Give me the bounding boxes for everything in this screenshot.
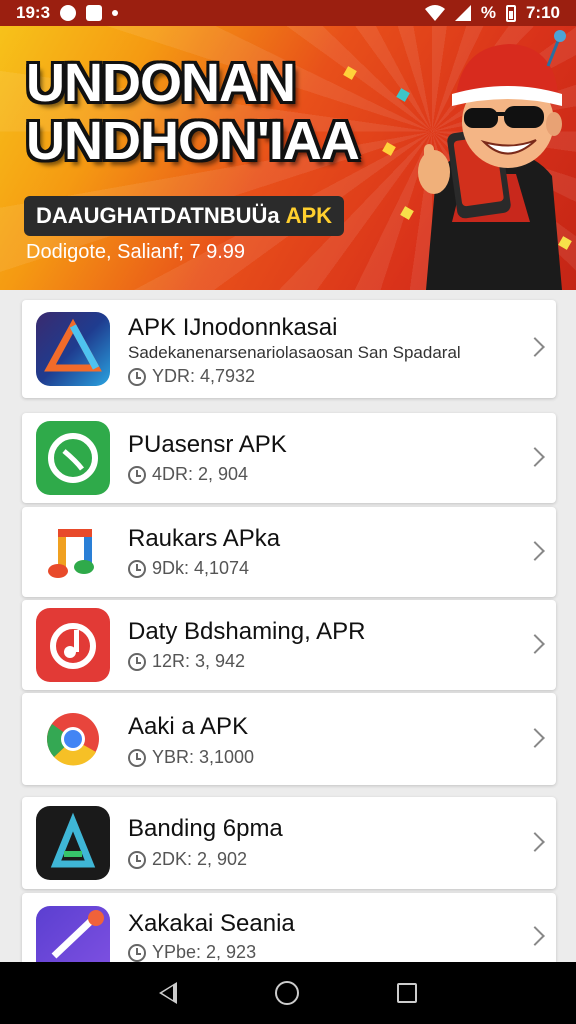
app-name: APK IJnodonnkasai xyxy=(128,314,338,341)
app-name: Raukars APka xyxy=(128,525,281,552)
list-item[interactable]: Xakakai Seania YPbe: 2, 923 xyxy=(22,893,556,962)
status-time-right: 7:10 xyxy=(525,3,560,22)
app-meta: YPbe: 2, 923 xyxy=(128,943,256,962)
banner-title: UNDONAN UNDHON'IAA xyxy=(26,54,426,170)
list-item[interactable]: Daty Bdshaming, APR 12R: 3, 942 xyxy=(22,600,556,690)
banner-pill: DAAUGHATDATNBUÜa APK xyxy=(24,196,345,236)
list-item[interactable]: PUasensr APK 4DR: 2, 904 xyxy=(22,413,556,503)
image-notification-icon xyxy=(86,5,103,21)
chevron-right-icon xyxy=(525,634,545,654)
wifi-icon xyxy=(424,5,445,21)
app-meta-text: 12R: 3, 942 xyxy=(152,651,246,671)
chevron-right-icon xyxy=(525,447,545,467)
app-meta-text: 2DK: 2, 902 xyxy=(152,849,248,869)
promo-banner[interactable]: UNDONAN UNDHON'IAA DAAUGHATDATNBUÜa APK … xyxy=(0,26,576,290)
clock-icon xyxy=(128,748,146,767)
art-app-icon xyxy=(36,806,110,880)
list-item[interactable]: APK IJnodonnkasai Sadekanenarsenariolasa… xyxy=(22,300,556,398)
banner-title-line1: UNDONAN xyxy=(26,53,296,113)
app-name: Xakakai Seania xyxy=(128,910,295,937)
battery-icon xyxy=(505,4,516,22)
clock-icon xyxy=(128,943,146,962)
chat-app-icon xyxy=(36,421,110,495)
app-name: PUasensr APK xyxy=(128,431,287,458)
app-meta: 2DK: 2, 902 xyxy=(128,849,247,870)
app-meta: 4DR: 2, 904 xyxy=(128,464,248,485)
banner-pill-text: DAAUGHATDATNBUÜa xyxy=(36,203,280,228)
chevron-right-icon xyxy=(525,337,545,357)
app-meta-text: 9Dk: 4,1074 xyxy=(152,558,250,578)
app-meta: 12R: 3, 942 xyxy=(128,651,245,672)
chevron-right-icon xyxy=(525,728,545,748)
status-time-left: 19:3 xyxy=(16,3,51,22)
clock-icon xyxy=(128,652,146,671)
back-icon[interactable] xyxy=(159,982,177,1004)
list-item[interactable]: Aaki a APK YBR: 3,1000 xyxy=(22,693,556,785)
app-description: Sadekanenarsenariolasaosan San Spadaral xyxy=(128,343,461,362)
triangle-app-icon xyxy=(36,312,110,386)
clock-icon xyxy=(128,367,146,386)
app-meta: 9Dk: 4,1074 xyxy=(128,558,249,579)
dot-icon xyxy=(112,10,119,16)
banner-title-line2: UNDHON'IAA xyxy=(26,111,360,171)
app-name: Aaki a APK xyxy=(128,713,249,740)
app-meta-text: YDR: 4,7932 xyxy=(152,366,256,386)
clock-icon xyxy=(128,850,146,869)
app-meta: YBR: 3,1000 xyxy=(128,747,254,768)
battery-percent: % xyxy=(480,3,496,22)
chevron-right-icon xyxy=(525,541,545,561)
home-icon[interactable] xyxy=(275,981,299,1005)
recents-icon[interactable] xyxy=(397,983,417,1003)
music-note-icon xyxy=(36,515,110,589)
app-meta-text: YPbe: 2, 923 xyxy=(152,943,257,962)
app-meta-text: YBR: 3,1000 xyxy=(152,747,255,767)
app-notification-icon xyxy=(60,5,77,21)
list-item[interactable]: Raukars APka 9Dk: 4,1074 xyxy=(22,507,556,597)
navigation-bar xyxy=(0,962,576,1024)
clock-icon xyxy=(128,465,146,484)
list-item[interactable]: Banding 6pma 2DK: 2, 902 xyxy=(22,797,556,889)
banner-subtitle: Dodigote, Salianf; 7 9.99 xyxy=(26,241,246,263)
banner-pill-apk: APK xyxy=(285,203,333,228)
chevron-right-icon xyxy=(525,832,545,852)
mascot-illustration xyxy=(418,30,566,290)
status-bar: 19:3 % 7:10 xyxy=(0,0,576,26)
app-name: Banding 6pma xyxy=(128,815,283,842)
app-meta: YDR: 4,7932 xyxy=(128,366,255,387)
app-meta-text: 4DR: 2, 904 xyxy=(152,464,249,484)
app-name: Daty Bdshaming, APR xyxy=(128,618,366,645)
music-app-icon xyxy=(36,608,110,682)
brush-app-icon xyxy=(36,906,110,962)
chevron-right-icon xyxy=(525,926,545,946)
signal-icon xyxy=(454,5,471,21)
clock-icon xyxy=(128,559,146,578)
chrome-icon xyxy=(36,702,110,776)
